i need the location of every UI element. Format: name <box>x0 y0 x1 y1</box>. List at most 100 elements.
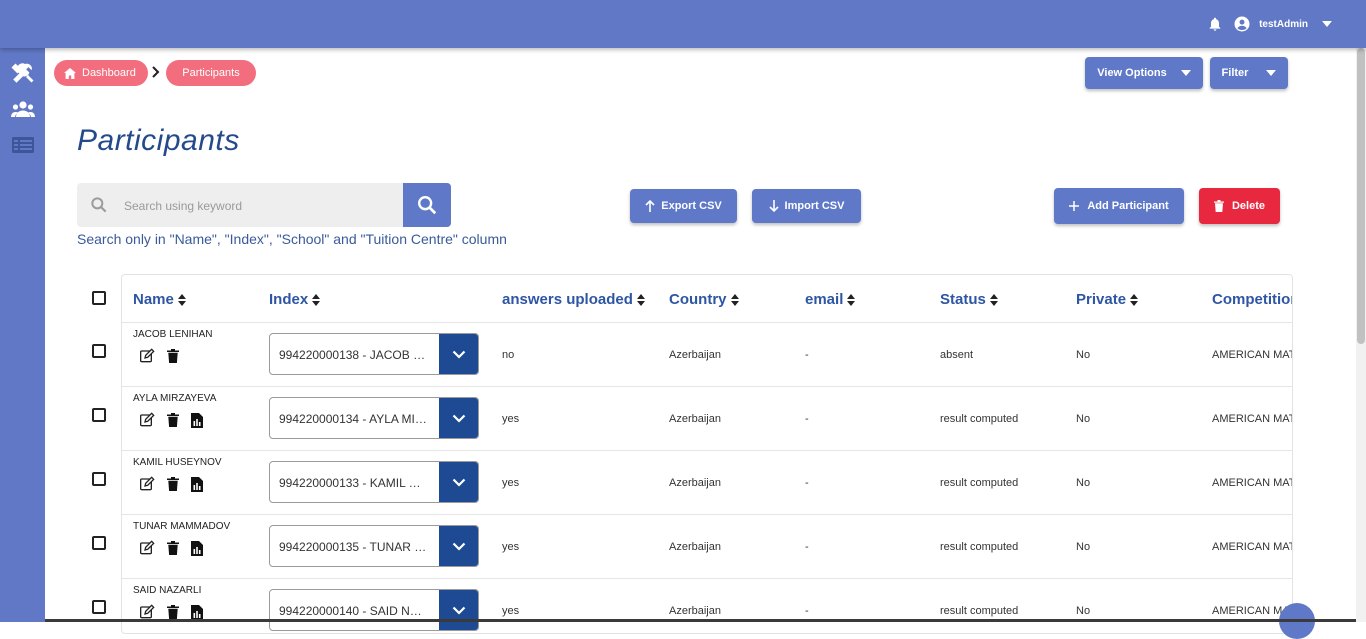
row-checkbox[interactable] <box>92 408 106 422</box>
export-csv-button[interactable]: Export CSV <box>630 189 737 223</box>
chevron-down-icon[interactable] <box>439 398 478 438</box>
chevron-down-icon[interactable] <box>439 590 478 630</box>
column-header-index[interactable]: Index <box>269 291 321 308</box>
row-actions <box>139 540 203 556</box>
chevron-down-icon[interactable] <box>439 526 478 566</box>
arrow-down-icon <box>768 200 779 212</box>
index-select[interactable]: 994220000133 - KAMIL HUSEYNOV <box>269 461 479 503</box>
import-csv-button[interactable]: Import CSV <box>752 189 861 223</box>
chevron-down-icon[interactable] <box>439 462 478 502</box>
row-actions <box>139 348 179 364</box>
sort-icon <box>312 293 321 306</box>
row-checkbox[interactable] <box>92 600 106 614</box>
add-participant-button[interactable]: Add Participant <box>1054 188 1184 224</box>
index-select[interactable]: 994220000135 - TUNAR MAMMADOV <box>269 525 479 567</box>
column-header-name[interactable]: Name <box>133 291 186 308</box>
row-checkbox[interactable] <box>92 472 106 486</box>
view-options-button[interactable]: View Options <box>1085 57 1203 89</box>
country-cell: Azerbaijan <box>669 605 721 617</box>
trash-icon[interactable] <box>167 541 179 555</box>
sort-icon <box>636 293 645 306</box>
import-csv-label: Import CSV <box>784 200 845 212</box>
edit-icon[interactable] <box>139 412 155 428</box>
participant-name: JACOB LENIHAN <box>133 329 213 340</box>
search-box: Search using keyword <box>77 183 451 227</box>
answers-uploaded-cell: no <box>502 349 515 361</box>
column-header-email[interactable]: email <box>805 291 856 308</box>
edit-icon[interactable] <box>139 604 155 620</box>
sort-icon <box>989 293 998 306</box>
email-cell: - <box>805 477 809 489</box>
column-header-private[interactable]: Private <box>1076 291 1139 308</box>
private-cell: No <box>1076 349 1091 361</box>
trash-icon[interactable] <box>167 605 179 619</box>
scrollbar-thumb[interactable] <box>1357 48 1365 344</box>
home-icon <box>64 67 76 79</box>
email-cell: - <box>805 413 809 425</box>
result-report-icon[interactable] <box>191 476 203 492</box>
competition-cell: AMERICAN MATH <box>1212 413 1292 425</box>
search-button[interactable] <box>403 183 451 227</box>
email-cell: - <box>805 349 809 361</box>
private-cell: No <box>1076 477 1091 489</box>
status-cell: result computed <box>940 413 1019 425</box>
private-cell: No <box>1076 541 1091 553</box>
chevron-down-icon <box>1322 21 1332 27</box>
row-actions <box>139 412 203 428</box>
select-all-checkbox[interactable] <box>92 291 106 305</box>
search-input[interactable]: Search using keyword <box>124 199 242 213</box>
delete-button[interactable]: Delete <box>1199 188 1280 224</box>
list-icon[interactable] <box>10 132 36 158</box>
header-right: testAdmin <box>1207 0 1332 48</box>
column-header-answers-uploaded[interactable]: answers uploaded <box>502 291 645 308</box>
page-scrollbar[interactable] <box>1356 48 1366 622</box>
tools-icon[interactable] <box>10 60 36 86</box>
arrow-up-icon <box>645 200 655 212</box>
country-cell: Azerbaijan <box>669 541 721 553</box>
participants-table: Name Index answers uploaded Country emai… <box>121 274 1293 634</box>
breadcrumb-participants[interactable]: Participants <box>166 60 256 86</box>
row-checkbox[interactable] <box>92 344 106 358</box>
table-row: KAMIL HUSEYNOV 994220000133 - KAMIL HUSEY… <box>122 450 1292 514</box>
status-cell: result computed <box>940 541 1019 553</box>
column-header-country[interactable]: Country <box>669 291 739 308</box>
filter-label: Filter <box>1221 67 1249 79</box>
bell-icon[interactable] <box>1207 16 1223 32</box>
result-report-icon[interactable] <box>191 412 203 428</box>
table-row: TUNAR MAMMADOV 994220000135 - TUNAR MAMMA… <box>122 514 1292 578</box>
index-select[interactable]: 994220000138 - JACOB LENIHAN <box>269 333 479 375</box>
index-select[interactable]: 994220000140 - SAID NAZARLI <box>269 589 479 631</box>
email-cell: - <box>805 541 809 553</box>
top-app-bar: testAdmin <box>0 0 1366 48</box>
result-report-icon[interactable] <box>191 540 203 556</box>
row-checkbox[interactable] <box>92 536 106 550</box>
country-cell: Azerbaijan <box>669 413 721 425</box>
page-title: Participants <box>77 124 240 157</box>
trash-icon[interactable] <box>167 413 179 427</box>
answers-uploaded-cell: yes <box>502 605 520 617</box>
filter-button[interactable]: Filter <box>1210 57 1288 89</box>
chevron-down-icon[interactable] <box>439 334 478 374</box>
view-options-label: View Options <box>1097 67 1167 79</box>
trash-icon[interactable] <box>167 349 179 363</box>
edit-icon[interactable] <box>139 348 155 364</box>
add-participant-label: Add Participant <box>1087 200 1169 212</box>
participant-name: SAID NAZARLI <box>133 585 202 596</box>
breadcrumb-dashboard[interactable]: Dashboard <box>54 60 148 86</box>
competition-cell: AMERICAN MATH <box>1212 541 1292 553</box>
status-cell: result computed <box>940 477 1019 489</box>
column-header-competition[interactable]: Competition <box>1212 291 1292 308</box>
answers-uploaded-cell: yes <box>502 413 520 425</box>
result-report-icon[interactable] <box>191 604 203 620</box>
column-header-status[interactable]: Status <box>940 291 998 308</box>
edit-icon[interactable] <box>139 476 155 492</box>
caret-down-icon <box>1180 70 1191 76</box>
edit-icon[interactable] <box>139 540 155 556</box>
users-icon[interactable] <box>10 96 36 122</box>
private-cell: No <box>1076 605 1091 617</box>
trash-icon[interactable] <box>167 477 179 491</box>
table-row: AYLA MIRZAYEVA 994220000134 - AYLA MIRZAY… <box>122 386 1292 450</box>
trash-icon <box>1213 200 1224 212</box>
account-menu[interactable]: testAdmin <box>1233 15 1332 33</box>
index-select[interactable]: 994220000134 - AYLA MIRZAYEVA <box>269 397 479 439</box>
